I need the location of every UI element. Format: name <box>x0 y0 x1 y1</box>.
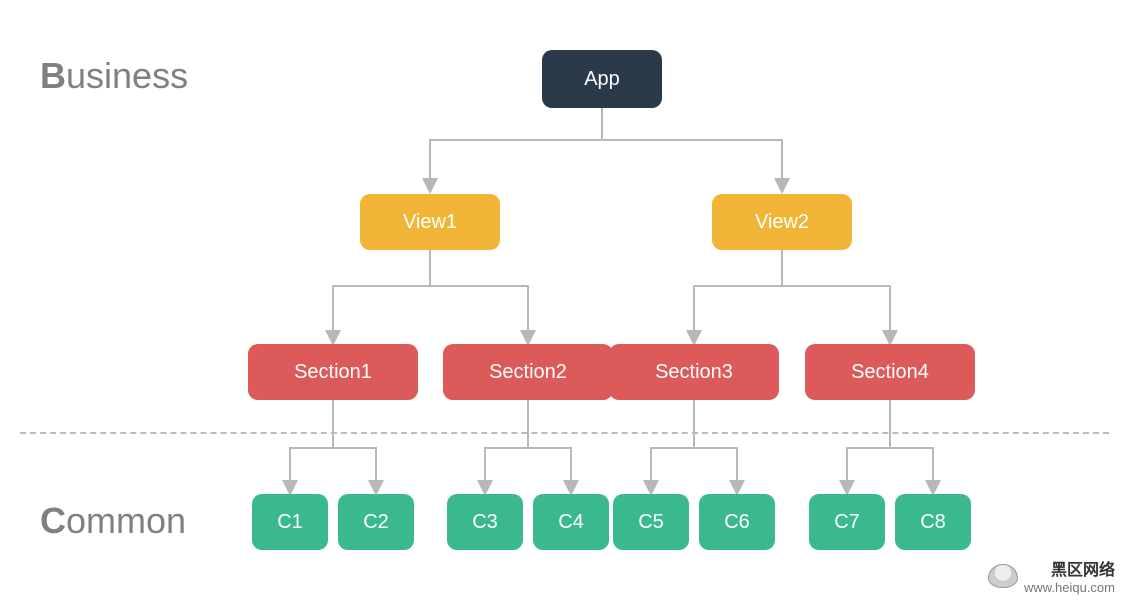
node-c6: C6 <box>699 494 775 550</box>
node-c5: C5 <box>613 494 689 550</box>
node-section4: Section4 <box>805 344 975 400</box>
node-c1-label: C1 <box>277 511 303 534</box>
node-view1-label: View1 <box>403 211 457 234</box>
node-c8-label: C8 <box>920 511 946 534</box>
node-section3: Section3 <box>609 344 779 400</box>
node-c4: C4 <box>533 494 609 550</box>
watermark-text: 黑区网络 www.heiqu.com <box>1024 556 1115 595</box>
node-c2: C2 <box>338 494 414 550</box>
node-c4-label: C4 <box>558 511 584 534</box>
node-c1: C1 <box>252 494 328 550</box>
watermark-logo-icon <box>988 564 1018 588</box>
node-app-label: App <box>584 68 620 91</box>
business-rest: usiness <box>66 55 188 96</box>
node-c7: C7 <box>809 494 885 550</box>
node-section2: Section2 <box>443 344 613 400</box>
watermark: 黑区网络 www.heiqu.com <box>988 556 1115 595</box>
common-initial: C <box>40 500 66 541</box>
node-section1: Section1 <box>248 344 418 400</box>
common-rest: ommon <box>66 500 186 541</box>
divider-line <box>20 432 1109 434</box>
node-c2-label: C2 <box>363 511 389 534</box>
diagram-stage: Business Common <box>0 0 1129 603</box>
node-c3: C3 <box>447 494 523 550</box>
node-section4-label: Section4 <box>851 361 929 384</box>
node-section3-label: Section3 <box>655 361 733 384</box>
node-c3-label: C3 <box>472 511 498 534</box>
watermark-url: www.heiqu.com <box>1024 580 1115 595</box>
node-view2: View2 <box>712 194 852 250</box>
node-c5-label: C5 <box>638 511 664 534</box>
node-section2-label: Section2 <box>489 361 567 384</box>
node-view1: View1 <box>360 194 500 250</box>
business-initial: B <box>40 55 66 96</box>
watermark-title: 黑区网络 <box>1024 556 1115 580</box>
node-view2-label: View2 <box>755 211 809 234</box>
business-label: Business <box>40 55 188 97</box>
node-section1-label: Section1 <box>294 361 372 384</box>
node-c7-label: C7 <box>834 511 860 534</box>
node-c8: C8 <box>895 494 971 550</box>
node-c6-label: C6 <box>724 511 750 534</box>
node-app: App <box>542 50 662 108</box>
common-label: Common <box>40 500 186 542</box>
